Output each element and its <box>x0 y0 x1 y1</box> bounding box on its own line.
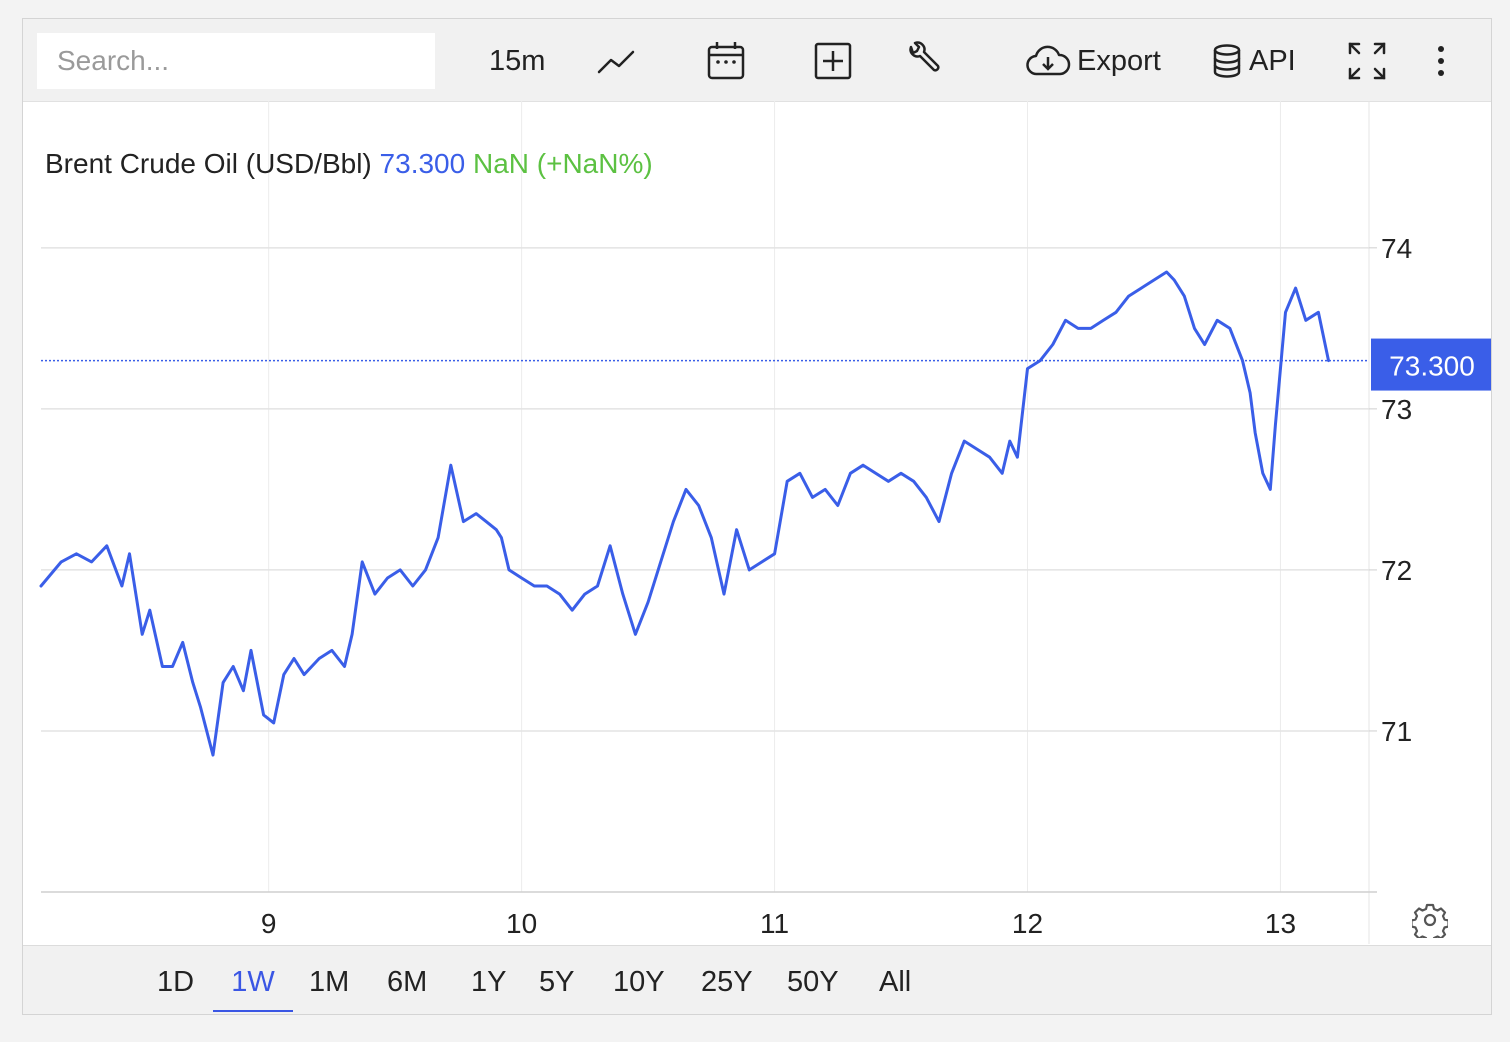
series-line <box>39 270 1330 757</box>
y-tick-label: 73 <box>1381 394 1412 425</box>
chart-settings-button[interactable] <box>1410 902 1450 944</box>
price-chart[interactable]: 717273749 10 11 12 1373.300Brent Crude Oil (… <box>23 19 1491 1016</box>
range-button-1m[interactable]: 1M <box>305 960 353 1010</box>
range-button-6m[interactable]: 6M <box>383 960 431 1010</box>
y-tick-label: 72 <box>1381 555 1412 586</box>
range-button-10y[interactable]: 10Y <box>609 960 669 1010</box>
x-tick-label: 10 <box>506 908 537 939</box>
x-tick-label: 11 <box>760 908 789 939</box>
chart-legend: Brent Crude Oil (USD/Bbl) 73.300 NaN (+N… <box>45 148 653 179</box>
y-tick-label: 71 <box>1381 716 1412 747</box>
range-button-25y[interactable]: 25Y <box>697 960 757 1010</box>
range-button-1d[interactable]: 1D <box>153 960 198 1010</box>
price-label: 73.300 <box>1389 351 1475 382</box>
range-button-50y[interactable]: 50Y <box>783 960 843 1010</box>
legend-change: NaN (+NaN%) <box>473 148 653 179</box>
legend-title: Brent Crude Oil (USD/Bbl) <box>45 148 380 179</box>
range-button-all[interactable]: All <box>875 960 915 1010</box>
range-button-5y[interactable]: 5Y <box>535 960 578 1010</box>
range-button-1w[interactable]: 1W <box>213 960 293 1012</box>
legend-price: 73.300 <box>380 148 473 179</box>
range-button-1y[interactable]: 1Y <box>467 960 510 1010</box>
y-tick-label: 74 <box>1381 233 1412 264</box>
x-tick-label: 12 <box>1012 908 1043 939</box>
x-tick-label: 9 <box>261 908 277 939</box>
chart-widget: 15m <box>22 18 1492 1015</box>
range-bar: 1D 1W 1M 6M 1Y 5Y 10Y 25Y 50Y All <box>23 945 1491 1014</box>
x-tick-label: 13 <box>1265 908 1296 939</box>
gear-icon <box>1410 903 1450 944</box>
